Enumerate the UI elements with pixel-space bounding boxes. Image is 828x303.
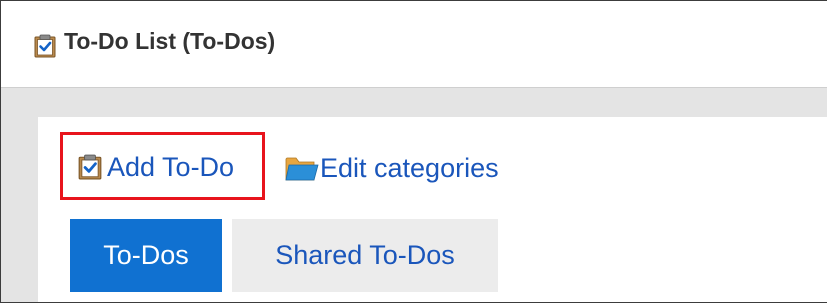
todo-tabs: To-Dos Shared To-Dos (70, 219, 498, 292)
add-todo-label: Add To-Do (107, 151, 235, 182)
page-header: To-Do List (To-Dos) (1, 1, 827, 88)
clipboard-check-icon (78, 154, 102, 180)
edit-categories-link[interactable]: Edit categories (284, 149, 499, 187)
add-todo-link[interactable]: Add To-Do (60, 132, 265, 200)
tab-shared-todos[interactable]: Shared To-Dos (232, 219, 498, 292)
edit-categories-label: Edit categories (320, 152, 499, 183)
app-window: To-Do List (To-Dos) Add To-Do Edit categ… (0, 0, 827, 303)
tab-todos[interactable]: To-Dos (70, 219, 222, 292)
folder-icon (284, 153, 320, 183)
page-title: To-Do List (To-Dos) (64, 28, 276, 54)
clipboard-check-icon (34, 34, 56, 58)
